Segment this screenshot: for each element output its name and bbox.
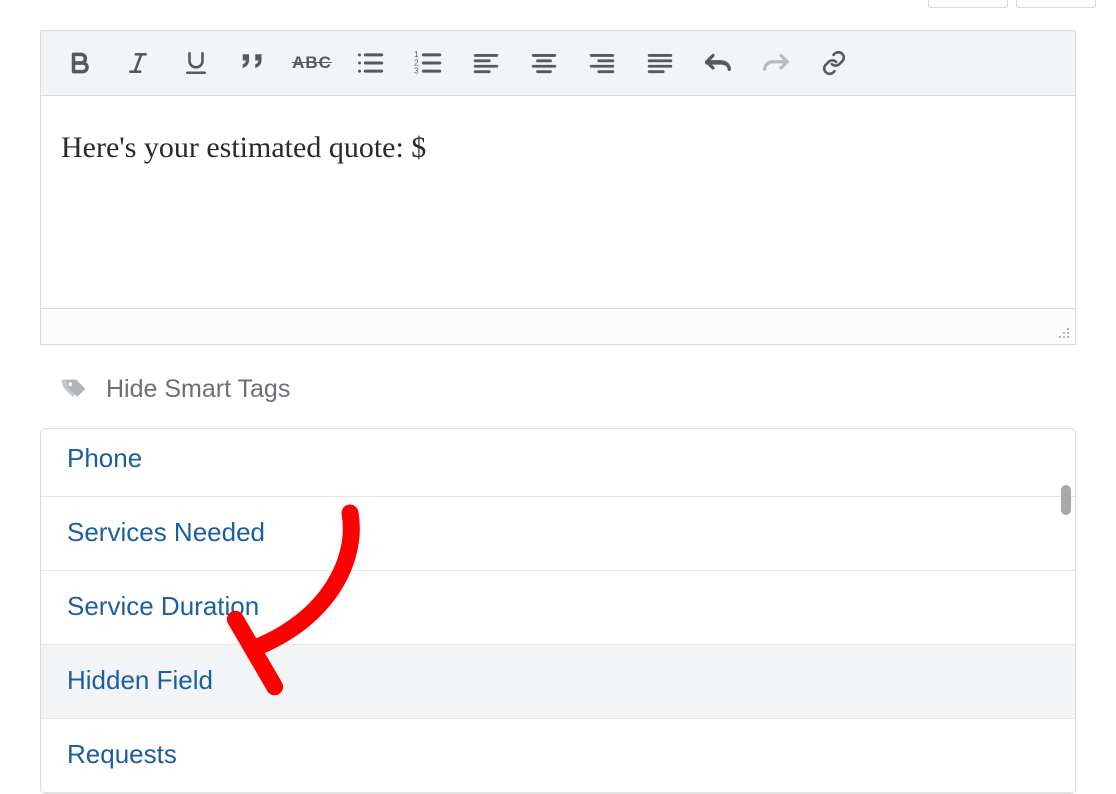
redo-icon <box>761 50 791 76</box>
strikethrough-button[interactable]: ABC <box>283 37 341 89</box>
link-icon <box>820 50 848 76</box>
align-left-button[interactable] <box>457 37 515 89</box>
italic-button[interactable] <box>109 37 167 89</box>
underline-button[interactable] <box>167 37 225 89</box>
field-item-label: Hidden Field <box>67 665 213 695</box>
field-item-phone[interactable]: Phone <box>41 429 1075 497</box>
field-item-label: Requests <box>67 739 177 769</box>
field-item-hidden-field[interactable]: Hidden Field <box>41 645 1075 719</box>
italic-icon <box>125 50 151 76</box>
undo-icon <box>703 50 733 76</box>
align-center-button[interactable] <box>515 37 573 89</box>
bold-icon <box>67 50 93 76</box>
list-scrollbar[interactable] <box>1059 429 1075 793</box>
tag-icon <box>60 376 90 404</box>
editor-container: Here's your estimated quote: $ <box>40 96 1076 345</box>
field-item-label: Phone <box>67 443 142 473</box>
field-item-requests[interactable]: Requests <box>41 719 1075 793</box>
undo-button[interactable] <box>689 37 747 89</box>
blockquote-button[interactable] <box>225 37 283 89</box>
field-item-label: Service Duration <box>67 591 259 621</box>
align-justify-icon <box>647 50 673 76</box>
strike-icon: ABC <box>292 53 332 73</box>
window-tab-stubs <box>928 0 1096 10</box>
ol-icon: 123 <box>414 50 442 76</box>
field-item-services-needed[interactable]: Services Needed <box>41 497 1075 571</box>
smart-tags-label: Hide Smart Tags <box>106 375 290 404</box>
align-center-icon <box>531 50 557 76</box>
field-item-label: Services Needed <box>67 517 265 547</box>
list-scrollbar-thumb[interactable] <box>1061 485 1071 515</box>
align-left-icon <box>473 50 499 76</box>
align-right-icon <box>589 50 615 76</box>
redo-button[interactable] <box>747 37 805 89</box>
ordered-list-button[interactable]: 123 <box>399 37 457 89</box>
align-right-button[interactable] <box>573 37 631 89</box>
field-item-service-duration[interactable]: Service Duration <box>41 571 1075 645</box>
smart-tags-toggle[interactable]: Hide Smart Tags <box>40 345 1076 428</box>
svg-text:3: 3 <box>414 67 419 76</box>
smart-tags-list: Phone Services Needed Service Duration H… <box>40 428 1076 794</box>
unordered-list-button[interactable] <box>341 37 399 89</box>
quote-icon <box>239 50 269 76</box>
bold-button[interactable] <box>51 37 109 89</box>
editor-statusbar <box>41 308 1075 344</box>
editor-content[interactable]: Here's your estimated quote: $ <box>41 96 1075 308</box>
editor-toolbar: ABC 123 <box>40 30 1076 96</box>
ul-icon <box>356 50 384 76</box>
link-button[interactable] <box>805 37 863 89</box>
resize-handle[interactable] <box>1057 326 1071 340</box>
align-justify-button[interactable] <box>631 37 689 89</box>
underline-icon <box>183 50 209 76</box>
